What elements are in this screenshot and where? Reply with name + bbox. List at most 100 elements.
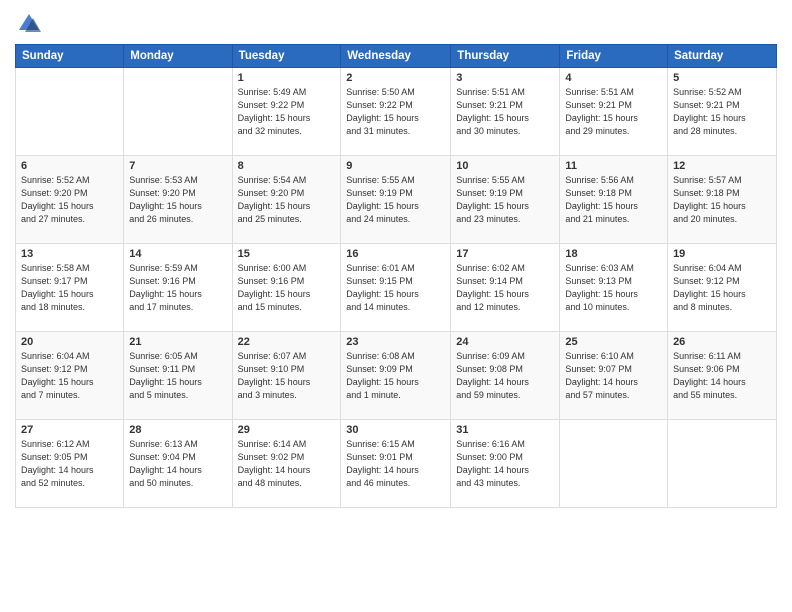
day-info: Sunrise: 5:51 AM Sunset: 9:21 PM Dayligh… xyxy=(456,86,554,138)
day-number: 23 xyxy=(346,336,445,348)
logo xyxy=(15,10,47,38)
day-info: Sunrise: 5:59 AM Sunset: 9:16 PM Dayligh… xyxy=(129,262,226,314)
day-info: Sunrise: 6:14 AM Sunset: 9:02 PM Dayligh… xyxy=(238,438,336,490)
day-info: Sunrise: 6:04 AM Sunset: 9:12 PM Dayligh… xyxy=(673,262,771,314)
day-number: 31 xyxy=(456,424,554,436)
day-number: 2 xyxy=(346,72,445,84)
day-number: 16 xyxy=(346,248,445,260)
header xyxy=(15,10,777,38)
week-row-4: 20Sunrise: 6:04 AM Sunset: 9:12 PM Dayli… xyxy=(16,332,777,420)
day-number: 1 xyxy=(238,72,336,84)
calendar-table: SundayMondayTuesdayWednesdayThursdayFrid… xyxy=(15,44,777,508)
day-info: Sunrise: 6:10 AM Sunset: 9:07 PM Dayligh… xyxy=(565,350,662,402)
day-info: Sunrise: 6:04 AM Sunset: 9:12 PM Dayligh… xyxy=(21,350,118,402)
day-cell: 27 Sunrise: 6:12 AM Sunset: 9:05 PM Dayli… xyxy=(16,420,124,508)
logo-icon xyxy=(15,10,43,38)
day-info: Sunrise: 5:52 AM Sunset: 9:20 PM Dayligh… xyxy=(21,174,118,226)
day-info: Sunrise: 6:00 AM Sunset: 9:16 PM Dayligh… xyxy=(238,262,336,314)
day-cell: 30 Sunrise: 6:15 AM Sunset: 9:01 PM Dayli… xyxy=(341,420,451,508)
week-row-3: 13 Sunrise: 5:58 AM Sunset: 9:17 PM Dayli… xyxy=(16,244,777,332)
day-info: Sunrise: 6:07 AM Sunset: 9:10 PM Dayligh… xyxy=(238,350,336,402)
day-cell: 25Sunrise: 6:10 AM Sunset: 9:07 PM Dayli… xyxy=(560,332,668,420)
day-cell: 5 Sunrise: 5:52 AM Sunset: 9:21 PM Daylig… xyxy=(668,68,777,156)
day-number: 14 xyxy=(129,248,226,260)
week-row-1: 1 Sunrise: 5:49 AM Sunset: 9:22 PM Daylig… xyxy=(16,68,777,156)
day-cell: 28 Sunrise: 6:13 AM Sunset: 9:04 PM Dayli… xyxy=(124,420,232,508)
weekday-header-wednesday: Wednesday xyxy=(341,45,451,68)
day-info: Sunrise: 5:53 AM Sunset: 9:20 PM Dayligh… xyxy=(129,174,226,226)
weekday-header-thursday: Thursday xyxy=(451,45,560,68)
day-info: Sunrise: 5:55 AM Sunset: 9:19 PM Dayligh… xyxy=(346,174,445,226)
day-cell xyxy=(16,68,124,156)
weekday-header-row: SundayMondayTuesdayWednesdayThursdayFrid… xyxy=(16,45,777,68)
day-number: 29 xyxy=(238,424,336,436)
day-number: 27 xyxy=(21,424,118,436)
day-number: 21 xyxy=(129,336,226,348)
day-cell: 6 Sunrise: 5:52 AM Sunset: 9:20 PM Daylig… xyxy=(16,156,124,244)
day-number: 6 xyxy=(21,160,118,172)
day-number: 5 xyxy=(673,72,771,84)
day-number: 19 xyxy=(673,248,771,260)
day-cell: 15 Sunrise: 6:00 AM Sunset: 9:16 PM Dayli… xyxy=(232,244,341,332)
day-number: 7 xyxy=(129,160,226,172)
day-cell: 20Sunrise: 6:04 AM Sunset: 9:12 PM Dayli… xyxy=(16,332,124,420)
day-cell: 1 Sunrise: 5:49 AM Sunset: 9:22 PM Daylig… xyxy=(232,68,341,156)
day-number: 22 xyxy=(238,336,336,348)
day-number: 30 xyxy=(346,424,445,436)
day-number: 12 xyxy=(673,160,771,172)
day-info: Sunrise: 5:49 AM Sunset: 9:22 PM Dayligh… xyxy=(238,86,336,138)
day-cell xyxy=(668,420,777,508)
day-info: Sunrise: 6:03 AM Sunset: 9:13 PM Dayligh… xyxy=(565,262,662,314)
day-info: Sunrise: 6:09 AM Sunset: 9:08 PM Dayligh… xyxy=(456,350,554,402)
day-cell: 31Sunrise: 6:16 AM Sunset: 9:00 PM Dayli… xyxy=(451,420,560,508)
day-cell: 8 Sunrise: 5:54 AM Sunset: 9:20 PM Daylig… xyxy=(232,156,341,244)
day-cell: 26 Sunrise: 6:11 AM Sunset: 9:06 PM Dayli… xyxy=(668,332,777,420)
day-number: 26 xyxy=(673,336,771,348)
weekday-header-sunday: Sunday xyxy=(16,45,124,68)
day-number: 24 xyxy=(456,336,554,348)
day-cell: 17 Sunrise: 6:02 AM Sunset: 9:14 PM Dayli… xyxy=(451,244,560,332)
day-cell: 29 Sunrise: 6:14 AM Sunset: 9:02 PM Dayli… xyxy=(232,420,341,508)
day-info: Sunrise: 5:50 AM Sunset: 9:22 PM Dayligh… xyxy=(346,86,445,138)
day-cell: 11Sunrise: 5:56 AM Sunset: 9:18 PM Dayli… xyxy=(560,156,668,244)
day-info: Sunrise: 5:54 AM Sunset: 9:20 PM Dayligh… xyxy=(238,174,336,226)
day-info: Sunrise: 5:58 AM Sunset: 9:17 PM Dayligh… xyxy=(21,262,118,314)
day-info: Sunrise: 5:57 AM Sunset: 9:18 PM Dayligh… xyxy=(673,174,771,226)
day-cell: 2 Sunrise: 5:50 AM Sunset: 9:22 PM Daylig… xyxy=(341,68,451,156)
day-info: Sunrise: 6:11 AM Sunset: 9:06 PM Dayligh… xyxy=(673,350,771,402)
day-number: 13 xyxy=(21,248,118,260)
weekday-header-monday: Monday xyxy=(124,45,232,68)
day-cell: 16 Sunrise: 6:01 AM Sunset: 9:15 PM Dayli… xyxy=(341,244,451,332)
day-cell: 3 Sunrise: 5:51 AM Sunset: 9:21 PM Daylig… xyxy=(451,68,560,156)
day-number: 15 xyxy=(238,248,336,260)
week-row-2: 6 Sunrise: 5:52 AM Sunset: 9:20 PM Daylig… xyxy=(16,156,777,244)
day-cell: 18Sunrise: 6:03 AM Sunset: 9:13 PM Dayli… xyxy=(560,244,668,332)
day-cell: 13 Sunrise: 5:58 AM Sunset: 9:17 PM Dayli… xyxy=(16,244,124,332)
day-cell: 24 Sunrise: 6:09 AM Sunset: 9:08 PM Dayli… xyxy=(451,332,560,420)
day-cell xyxy=(124,68,232,156)
day-info: Sunrise: 5:52 AM Sunset: 9:21 PM Dayligh… xyxy=(673,86,771,138)
day-number: 9 xyxy=(346,160,445,172)
day-info: Sunrise: 6:15 AM Sunset: 9:01 PM Dayligh… xyxy=(346,438,445,490)
day-number: 4 xyxy=(565,72,662,84)
day-cell: 7 Sunrise: 5:53 AM Sunset: 9:20 PM Daylig… xyxy=(124,156,232,244)
day-number: 8 xyxy=(238,160,336,172)
day-number: 3 xyxy=(456,72,554,84)
day-number: 28 xyxy=(129,424,226,436)
day-cell: 12 Sunrise: 5:57 AM Sunset: 9:18 PM Dayli… xyxy=(668,156,777,244)
day-number: 10 xyxy=(456,160,554,172)
day-info: Sunrise: 6:12 AM Sunset: 9:05 PM Dayligh… xyxy=(21,438,118,490)
day-info: Sunrise: 6:02 AM Sunset: 9:14 PM Dayligh… xyxy=(456,262,554,314)
day-cell: 21 Sunrise: 6:05 AM Sunset: 9:11 PM Dayli… xyxy=(124,332,232,420)
day-info: Sunrise: 5:51 AM Sunset: 9:21 PM Dayligh… xyxy=(565,86,662,138)
day-cell: 23 Sunrise: 6:08 AM Sunset: 9:09 PM Dayli… xyxy=(341,332,451,420)
weekday-header-saturday: Saturday xyxy=(668,45,777,68)
day-info: Sunrise: 5:56 AM Sunset: 9:18 PM Dayligh… xyxy=(565,174,662,226)
day-info: Sunrise: 6:05 AM Sunset: 9:11 PM Dayligh… xyxy=(129,350,226,402)
day-info: Sunrise: 6:01 AM Sunset: 9:15 PM Dayligh… xyxy=(346,262,445,314)
day-info: Sunrise: 6:13 AM Sunset: 9:04 PM Dayligh… xyxy=(129,438,226,490)
day-cell: 9 Sunrise: 5:55 AM Sunset: 9:19 PM Daylig… xyxy=(341,156,451,244)
day-info: Sunrise: 6:08 AM Sunset: 9:09 PM Dayligh… xyxy=(346,350,445,402)
day-number: 17 xyxy=(456,248,554,260)
day-cell: 10Sunrise: 5:55 AM Sunset: 9:19 PM Dayli… xyxy=(451,156,560,244)
